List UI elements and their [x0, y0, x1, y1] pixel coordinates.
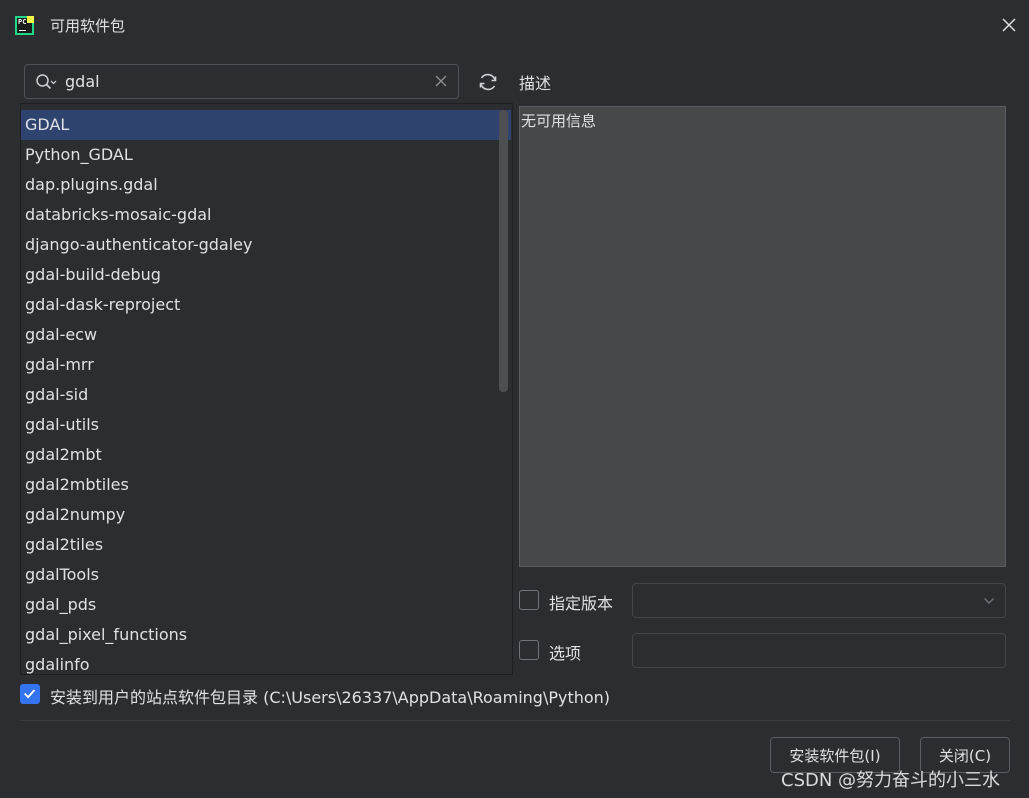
- title-bar: PC 可用软件包: [0, 0, 1029, 50]
- package-list-item[interactable]: databricks-mosaic-gdal: [21, 200, 511, 230]
- package-list-item[interactable]: gdal_pixel_functions: [21, 620, 511, 650]
- close-icon[interactable]: [1000, 16, 1018, 34]
- options-label: 选项: [549, 644, 582, 663]
- package-list-item[interactable]: gdal-utils: [21, 410, 511, 440]
- search-input-value[interactable]: gdal: [65, 72, 100, 91]
- install-user-site-checkbox[interactable]: [20, 684, 40, 704]
- description-panel: 无可用信息: [519, 106, 1006, 567]
- package-list-item[interactable]: gdal2mbtiles: [21, 470, 511, 500]
- refresh-icon[interactable]: [476, 70, 500, 94]
- description-label: 描述: [519, 74, 552, 93]
- search-icon[interactable]: [35, 73, 57, 91]
- package-list-item[interactable]: gdal2tiles: [21, 530, 511, 560]
- package-list[interactable]: gdalinfo gdal_pixel_functions gdal_pds gdal…: [20, 103, 513, 675]
- options-input[interactable]: [632, 633, 1006, 668]
- package-list-item[interactable]: gdal-sid: [21, 380, 511, 410]
- clear-icon[interactable]: [435, 75, 447, 87]
- version-select[interactable]: [632, 583, 1006, 618]
- package-list-item[interactable]: Python_GDAL: [21, 140, 511, 170]
- package-list-item[interactable]: gdal_pds: [21, 590, 511, 620]
- install-user-site-label: 安装到用户的站点软件包目录 (C:\Users\26337\AppData\Ro…: [50, 688, 611, 707]
- package-list-item[interactable]: gdal2mbt: [21, 440, 511, 470]
- package-list-item[interactable]: gdal-dask-reproject: [21, 290, 511, 320]
- package-list-item[interactable]: gdal-ecw: [21, 320, 511, 350]
- pycharm-logo-icon: PC: [15, 16, 34, 35]
- package-list-item[interactable]: django-authenticator-gdaley: [21, 230, 511, 260]
- package-list-item[interactable]: gdalinfo: [21, 650, 511, 674]
- specify-version-checkbox[interactable]: [519, 590, 539, 610]
- package-list-item[interactable]: gdal2numpy: [21, 500, 511, 530]
- package-list-item[interactable]: gdal-build-debug: [21, 260, 511, 290]
- list-scrollbar[interactable]: [499, 110, 508, 392]
- specify-version-label: 指定版本: [549, 594, 614, 613]
- window-title: 可用软件包: [50, 17, 126, 35]
- options-checkbox[interactable]: [519, 640, 539, 660]
- package-list-item[interactable]: dap.plugins.gdal: [21, 170, 511, 200]
- app-icon-text: PC: [18, 18, 27, 26]
- footer-divider: [20, 720, 1010, 721]
- chevron-down-icon: [984, 598, 994, 604]
- check-icon: [23, 689, 36, 699]
- package-list-item[interactable]: GDAL: [21, 110, 511, 140]
- package-list-item[interactable]: gdal-mrr: [21, 350, 511, 380]
- package-list-item[interactable]: gdalTools: [21, 560, 511, 590]
- description-text: 无可用信息: [521, 112, 597, 130]
- search-input[interactable]: gdal: [24, 64, 459, 99]
- watermark-text: CSDN @努力奋斗的小三水: [781, 770, 1001, 791]
